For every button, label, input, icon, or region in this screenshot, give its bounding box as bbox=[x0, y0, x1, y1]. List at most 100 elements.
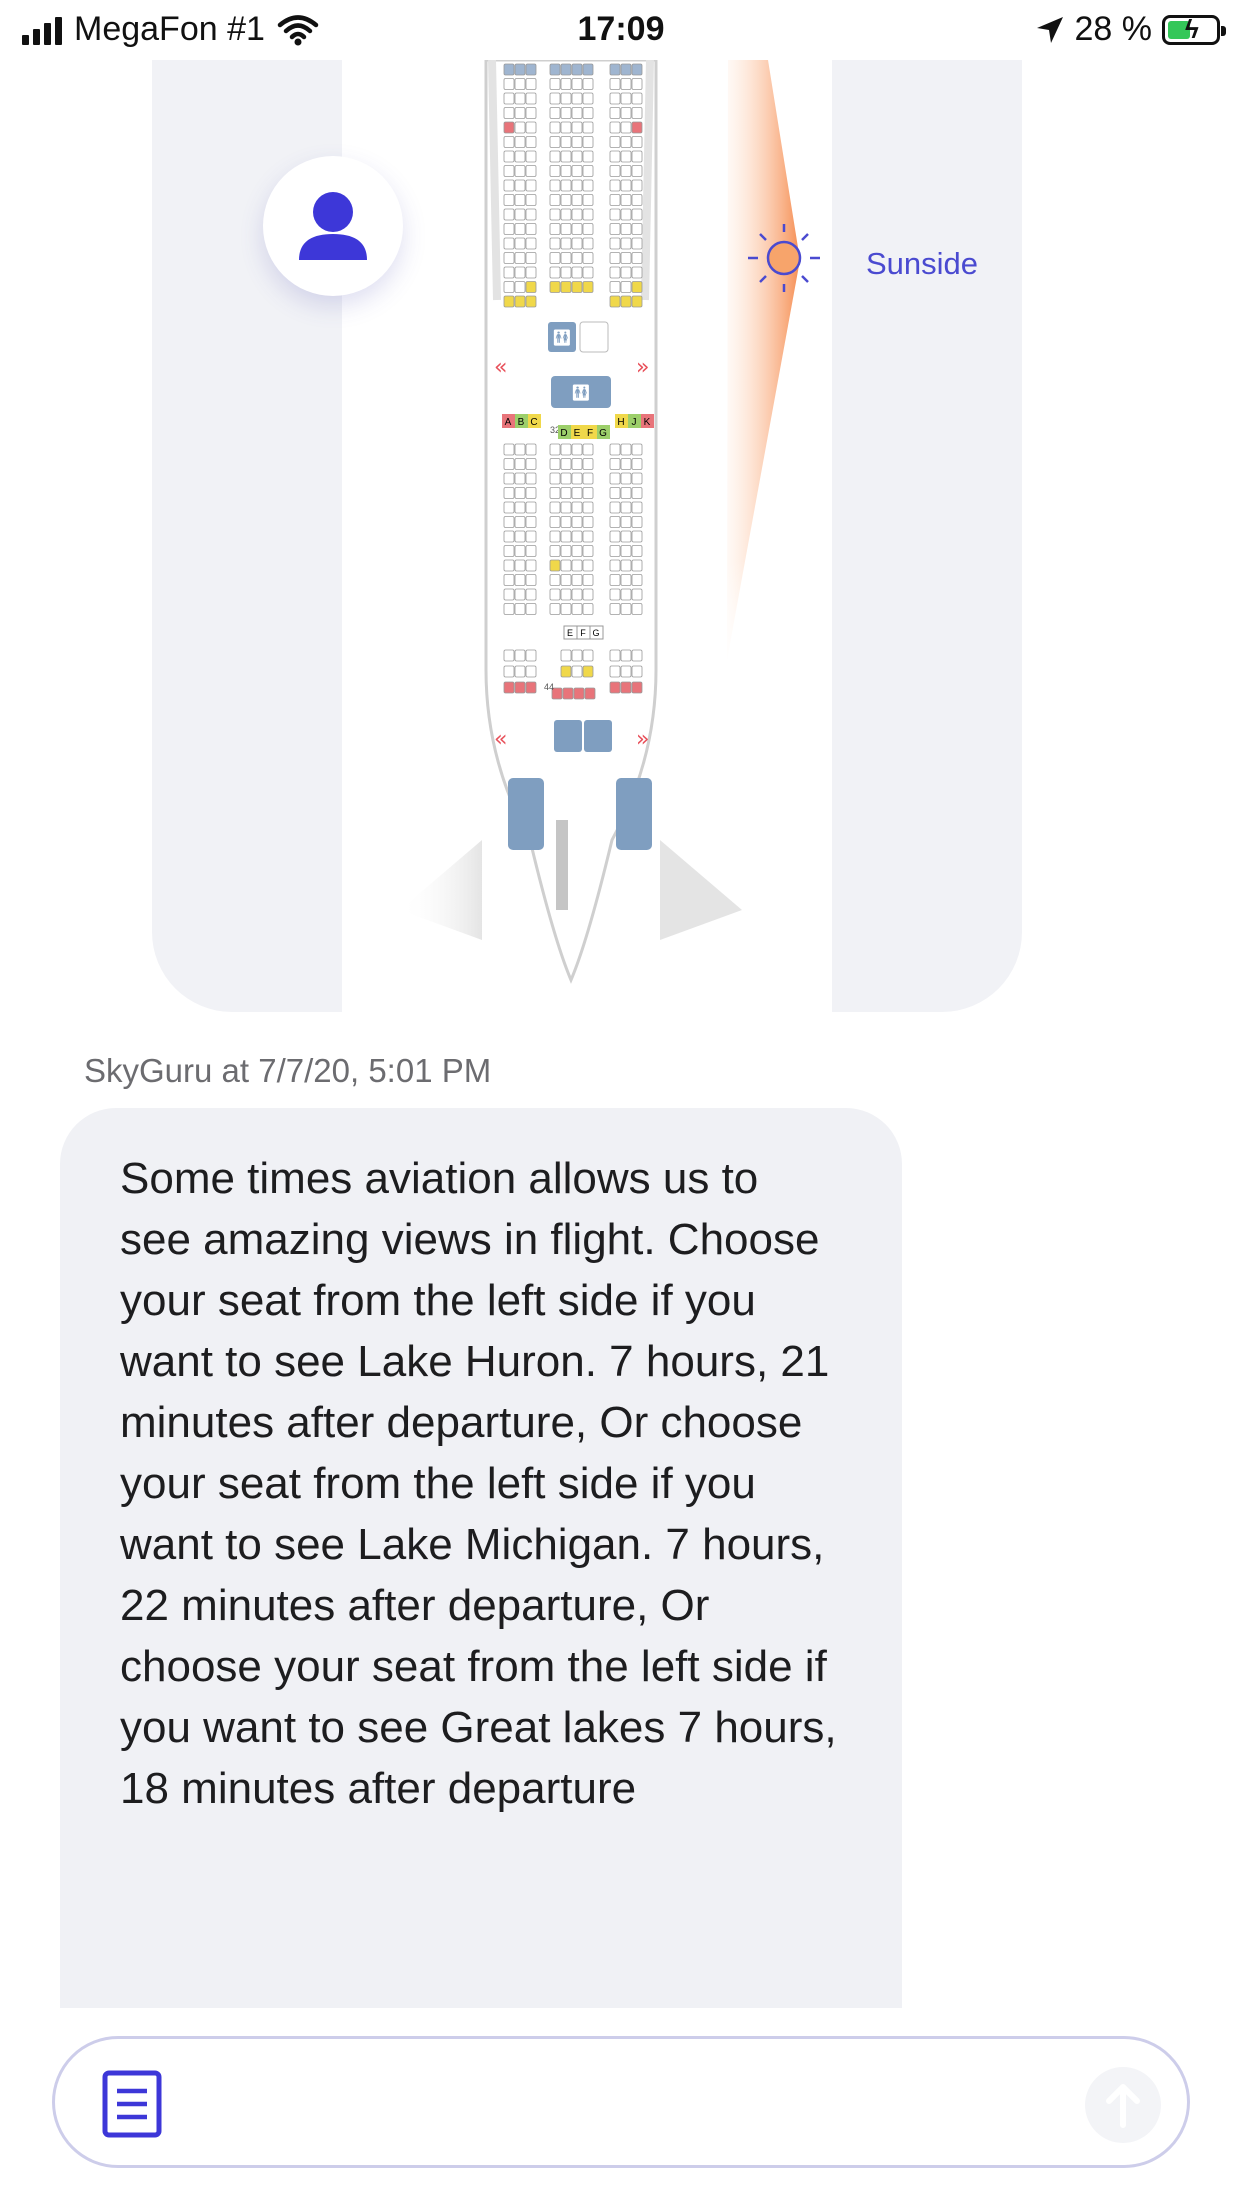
send-button[interactable] bbox=[1085, 2067, 1161, 2143]
seat bbox=[620, 501, 632, 514]
seat bbox=[609, 165, 621, 177]
seat bbox=[609, 603, 621, 615]
seat bbox=[584, 687, 596, 700]
seat bbox=[514, 487, 526, 499]
seat bbox=[631, 237, 643, 250]
seat bbox=[503, 443, 515, 456]
seat bbox=[503, 681, 515, 694]
seat bbox=[571, 281, 583, 293]
seat bbox=[503, 458, 515, 470]
seat bbox=[560, 107, 572, 119]
seat bbox=[631, 665, 643, 678]
message-meta: SkyGuru at 7/7/20, 5:01 PM bbox=[84, 1052, 492, 1089]
seat bbox=[514, 501, 526, 514]
seat bbox=[609, 501, 621, 514]
seat bbox=[503, 559, 515, 572]
seat bbox=[503, 107, 515, 119]
seat bbox=[503, 92, 515, 105]
right-wing bbox=[660, 840, 742, 940]
seat bbox=[620, 107, 632, 119]
seat bbox=[560, 530, 572, 543]
seat bbox=[525, 136, 537, 148]
seat bbox=[549, 194, 561, 206]
seat bbox=[503, 150, 515, 163]
seat bbox=[514, 545, 526, 557]
seat bbox=[503, 194, 515, 206]
seat bbox=[609, 472, 621, 485]
seat bbox=[503, 63, 515, 76]
message-input[interactable] bbox=[52, 2036, 1190, 2168]
svg-text:🚻︎: 🚻︎ bbox=[571, 383, 591, 402]
seat bbox=[525, 649, 537, 662]
seat bbox=[620, 649, 632, 662]
galley-icon-left bbox=[508, 778, 544, 850]
seat bbox=[503, 208, 515, 221]
seat bbox=[525, 121, 537, 134]
seat bbox=[503, 545, 515, 557]
seat bbox=[571, 472, 583, 485]
seat bbox=[525, 681, 537, 694]
seat bbox=[525, 603, 537, 615]
seat bbox=[582, 63, 594, 76]
seat bbox=[514, 208, 526, 221]
seat bbox=[525, 208, 537, 221]
seat bbox=[582, 252, 594, 264]
seat bbox=[571, 63, 583, 76]
seat bbox=[609, 121, 621, 134]
seat bbox=[549, 443, 561, 456]
seat bbox=[560, 237, 572, 250]
seat bbox=[514, 516, 526, 528]
seat bbox=[609, 136, 621, 148]
seat bbox=[631, 603, 643, 615]
seat bbox=[620, 516, 632, 528]
seat bbox=[609, 443, 621, 456]
seat bbox=[582, 588, 594, 601]
seat bbox=[582, 472, 594, 485]
status-bar: MegaFon #1 17:09 28 % ϟ bbox=[0, 0, 1242, 62]
seat bbox=[560, 179, 572, 192]
seat bbox=[571, 443, 583, 456]
seat bbox=[514, 295, 526, 308]
seat-letter: B bbox=[518, 417, 525, 428]
seat bbox=[609, 588, 621, 601]
seat bbox=[582, 530, 594, 543]
seat bbox=[503, 295, 515, 308]
seat bbox=[609, 107, 621, 119]
seat bbox=[525, 574, 537, 586]
seat bbox=[631, 150, 643, 163]
seat bbox=[609, 665, 621, 678]
exit-marker: « bbox=[494, 355, 507, 380]
seat bbox=[609, 223, 621, 235]
seat bbox=[560, 92, 572, 105]
seat bbox=[582, 665, 594, 678]
seat bbox=[631, 223, 643, 235]
seat bbox=[525, 665, 537, 678]
seat bbox=[525, 588, 537, 601]
seat bbox=[549, 545, 561, 557]
seat bbox=[560, 281, 572, 293]
seat bbox=[560, 121, 572, 134]
seat bbox=[549, 588, 561, 601]
seat bbox=[514, 681, 526, 694]
seat bbox=[620, 136, 632, 148]
seat bbox=[560, 443, 572, 456]
seat bbox=[631, 266, 643, 279]
seat bbox=[560, 78, 572, 90]
battery-percent: 28 % bbox=[1074, 10, 1153, 48]
document-icon[interactable] bbox=[101, 2069, 163, 2144]
seat bbox=[620, 150, 632, 163]
seat bbox=[582, 545, 594, 557]
seat bbox=[582, 559, 594, 572]
seat bbox=[562, 687, 574, 700]
seat bbox=[582, 649, 594, 662]
seat-map-card: 🚻︎ 🚻︎ « » « » A B C 32 D E F G H J K E F… bbox=[152, 60, 1022, 1012]
seat bbox=[620, 681, 632, 694]
seat bbox=[525, 487, 537, 499]
seat bbox=[571, 559, 583, 572]
seat bbox=[571, 458, 583, 470]
seat bbox=[549, 63, 561, 76]
seat bbox=[631, 501, 643, 514]
seat bbox=[631, 649, 643, 662]
seat bbox=[609, 516, 621, 528]
send-arrow-icon bbox=[1106, 2084, 1140, 2128]
